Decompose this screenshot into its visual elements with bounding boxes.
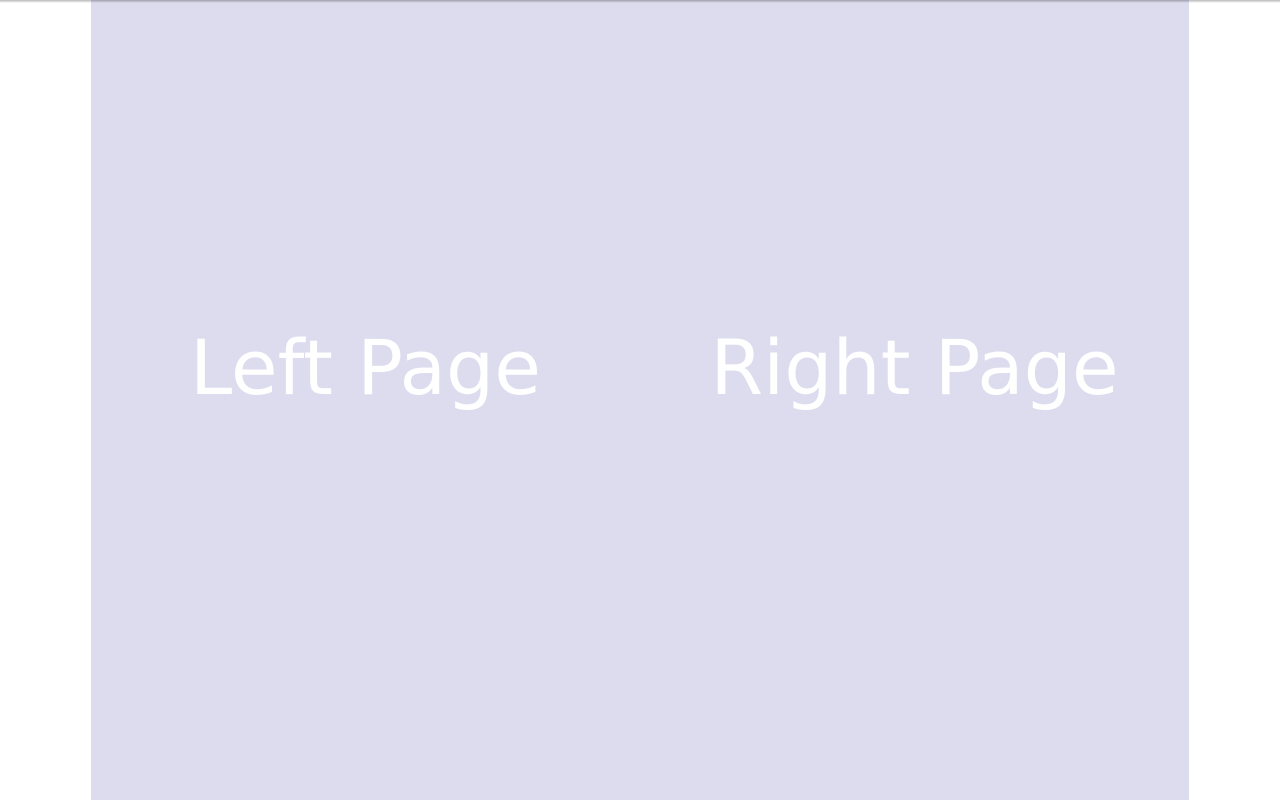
left-page[interactable]: Left Page: [91, 0, 640, 800]
left-page-label: Left Page: [189, 323, 542, 412]
page-spread[interactable]: Left Page Right Page: [91, 0, 1189, 800]
right-page-label: Right Page: [710, 323, 1119, 412]
document-viewer[interactable]: Left Page Right Page: [0, 0, 1280, 800]
toolbar-shadow: [0, 0, 1280, 3]
right-page[interactable]: Right Page: [640, 0, 1189, 800]
